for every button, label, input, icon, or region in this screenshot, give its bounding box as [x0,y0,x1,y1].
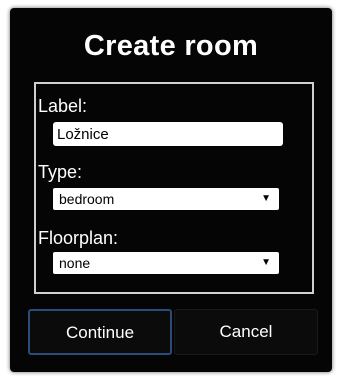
cancel-button[interactable]: Cancel [174,309,318,355]
floorplan-select-value: none [59,255,91,271]
type-field-label: Type: [38,162,83,182]
create-room-dialog: Create room Label: Type: bedroom ▼ Floor… [10,8,332,372]
caret-down-icon: ▼ [261,257,271,268]
dialog-title: Create room [83,30,259,62]
type-select-value: bedroom [59,191,115,207]
floorplan-select[interactable]: none ▼ [53,252,279,274]
floorplan-field-label: Floorplan: [38,228,119,248]
label-input[interactable] [53,122,283,146]
type-select[interactable]: bedroom ▼ [53,188,279,210]
caret-down-icon: ▼ [261,193,271,204]
label-field-label: Label: [38,96,88,116]
continue-button[interactable]: Continue [28,309,172,355]
